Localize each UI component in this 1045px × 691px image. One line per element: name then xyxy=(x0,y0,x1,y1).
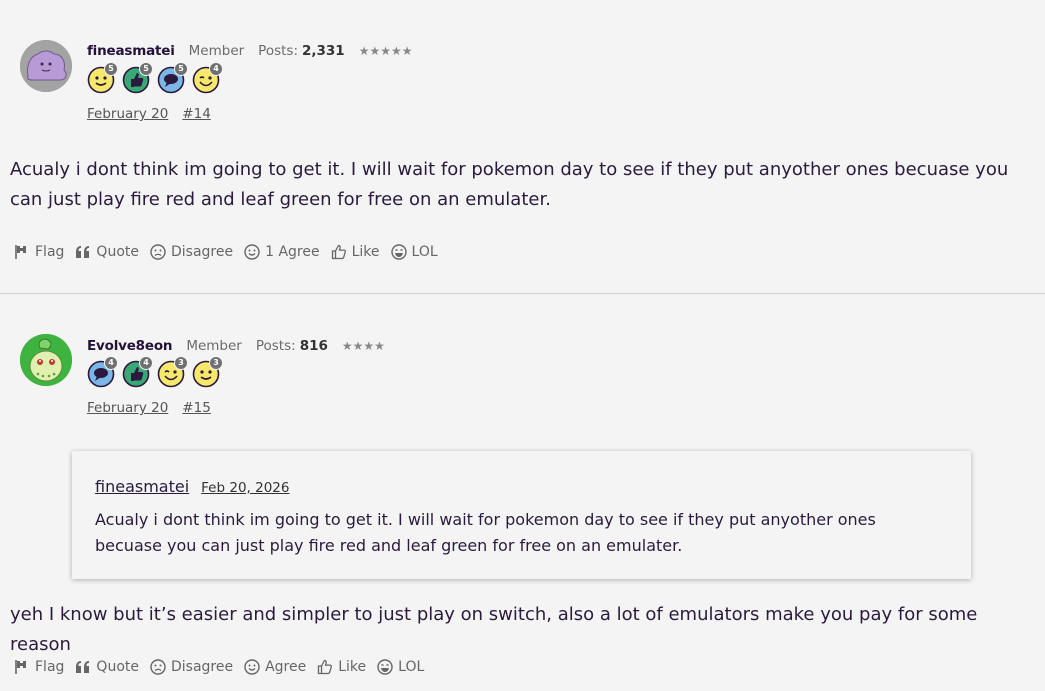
badge-count: 4 xyxy=(104,356,118,370)
avatar[interactable] xyxy=(20,40,72,92)
username[interactable]: Evolve8eon xyxy=(87,338,173,354)
quote-button[interactable]: Quote xyxy=(75,244,139,260)
thumbs-up-badge-icon[interactable]: 5 xyxy=(122,62,153,94)
frown-icon xyxy=(150,244,166,260)
quote-date-link[interactable]: Feb 20, 2026 xyxy=(201,480,289,496)
agree-label: 1 Agree xyxy=(265,244,320,260)
laugh-icon xyxy=(390,244,407,260)
lol-label: LOL xyxy=(411,244,438,260)
like-label: Like xyxy=(338,659,367,675)
post-number-link[interactable]: #15 xyxy=(182,400,211,416)
post-body: yeh I know but it’s easier and simpler t… xyxy=(10,604,978,655)
chikorita-avatar-icon xyxy=(20,334,72,386)
frown-icon xyxy=(150,659,166,675)
disagree-button[interactable]: Disagree xyxy=(150,244,233,260)
agree-button[interactable]: 1 Agree xyxy=(244,244,320,260)
laugh-icon xyxy=(377,659,393,675)
smile-face-badge-icon[interactable]: 3 xyxy=(192,356,223,388)
badge-count: 4 xyxy=(139,356,153,370)
disagree-label: Disagree xyxy=(170,659,234,675)
disagree-label: Disagree xyxy=(170,244,234,260)
flag-button[interactable]: Flag xyxy=(14,244,64,260)
smile-face-badge-icon[interactable]: 5 xyxy=(87,62,118,94)
posts-label: Posts: xyxy=(258,43,298,59)
quote-label: Quote xyxy=(96,659,139,675)
quote-button[interactable]: Quote xyxy=(75,659,139,675)
user-role: Member xyxy=(188,43,245,59)
flag-button[interactable]: Flag xyxy=(14,659,64,675)
thumbs-up-icon xyxy=(318,659,333,675)
speech-bubble-badge-icon[interactable]: 5 xyxy=(157,62,188,94)
post-divider xyxy=(0,293,1045,294)
flag-icon xyxy=(15,660,26,674)
username[interactable]: fineasmatei xyxy=(87,43,175,59)
like-button[interactable]: Like xyxy=(317,659,366,675)
badge-count: 5 xyxy=(174,62,188,76)
quote-icon xyxy=(76,246,90,258)
flag-icon xyxy=(15,245,26,259)
agree-label: Agree xyxy=(265,659,307,675)
like-button[interactable]: Like xyxy=(331,244,380,260)
quote-label: Quote xyxy=(96,244,139,260)
quote-author-link[interactable]: fineasmatei xyxy=(95,477,189,496)
like-label: Like xyxy=(351,244,380,260)
avatar[interactable] xyxy=(20,334,72,386)
badge-count: 5 xyxy=(139,62,153,76)
quote-block: fineasmatei Feb 20, 2026 Acualy i dont t… xyxy=(72,451,971,579)
posts-count: 2,331 xyxy=(302,43,345,59)
post-body: Acualy i dont think im going to get it. … xyxy=(10,159,1009,210)
badge-count: 3 xyxy=(209,356,223,370)
thumbs-up-badge-icon[interactable]: 4 xyxy=(122,356,153,388)
disagree-button[interactable]: Disagree xyxy=(150,659,233,675)
wink-face-badge-icon[interactable]: 4 xyxy=(192,62,223,94)
lol-label: LOL xyxy=(398,659,425,675)
flag-label: Flag xyxy=(35,244,65,260)
post-number-link[interactable]: #14 xyxy=(182,106,211,122)
post-date-link[interactable]: February 20 xyxy=(87,106,168,122)
lol-button[interactable]: LOL xyxy=(377,659,424,675)
quote-text: Acualy i dont think im going to get it. … xyxy=(95,510,876,555)
user-role: Member xyxy=(186,338,242,354)
rank-stars: ★★★★ xyxy=(341,339,385,353)
agree-button[interactable]: Agree xyxy=(244,659,306,675)
posts-count: 816 xyxy=(299,338,328,354)
smile-icon xyxy=(244,659,260,675)
thumbs-up-icon xyxy=(331,244,346,260)
rank-stars: ★★★★★ xyxy=(358,44,413,58)
badge-count: 5 xyxy=(104,62,118,76)
post-date-link[interactable]: February 20 xyxy=(87,400,168,416)
quote-icon xyxy=(76,661,90,673)
posts-label: Posts: xyxy=(255,338,296,354)
lol-button[interactable]: LOL xyxy=(390,244,438,260)
speech-bubble-badge-icon[interactable]: 4 xyxy=(87,356,118,388)
flag-label: Flag xyxy=(35,659,65,675)
badge-count: 3 xyxy=(174,356,188,370)
ditto-avatar-icon xyxy=(20,40,72,92)
wink-face-badge-icon[interactable]: 3 xyxy=(157,356,188,388)
smile-icon xyxy=(244,244,260,260)
badge-count: 4 xyxy=(209,62,223,76)
